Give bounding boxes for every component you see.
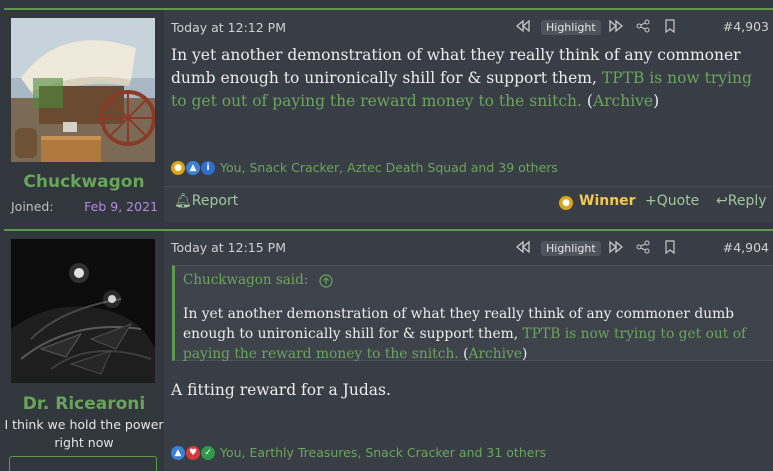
forward-icon[interactable]: [608, 19, 624, 33]
reply-button[interactable]: ↩Reply: [716, 193, 767, 209]
plus-icon: +: [645, 193, 657, 209]
check-icon: ✓: [201, 445, 215, 460]
post-body: In yet another demonstration of what the…: [171, 44, 763, 113]
heart-icon: ♥: [186, 445, 200, 460]
rewind-icon[interactable]: [515, 19, 531, 33]
highlight-button[interactable]: Highlight: [541, 20, 601, 35]
info-icon: i: [201, 160, 215, 175]
report-label: Report: [191, 193, 239, 209]
reply-label: Reply: [727, 193, 767, 209]
rewind-icon[interactable]: [515, 240, 531, 254]
paren-open: (: [581, 92, 593, 110]
reactions-bar[interactable]: ● ▲ i You, Snack Cracker, Aztec Death Sq…: [171, 160, 558, 175]
username[interactable]: Chuckwagon: [4, 172, 164, 192]
post-tools: Highlight #4,904: [509, 240, 769, 258]
post-number[interactable]: #4,904: [723, 240, 769, 255]
report-button[interactable]: 🔔︎Report: [174, 193, 238, 209]
quote-label: Quote: [656, 193, 700, 209]
winner-label: Winner: [579, 193, 636, 209]
winner-button[interactable]: ● Winner: [559, 193, 636, 210]
medal-icon: ●: [171, 160, 185, 175]
post-date[interactable]: Today at 12:12 PM: [171, 20, 286, 35]
post-main: Today at 12:12 PM Highlight #4,903 In ye…: [164, 10, 773, 222]
post-date[interactable]: Today at 12:15 PM: [171, 240, 286, 255]
paren-close: ): [653, 92, 660, 110]
forward-icon[interactable]: [608, 240, 624, 254]
user-banner: [9, 456, 157, 471]
user-title: I think we hold the power right now: [4, 417, 164, 450]
archive-link[interactable]: Archive: [593, 92, 653, 110]
paren-close: ): [522, 346, 528, 362]
post-tools: Highlight #4,903: [509, 19, 769, 37]
reactions-summary[interactable]: You, Snack Cracker, Aztec Death Squad an…: [220, 160, 558, 175]
user-sidebar: Dr. Ricearoni I think we hold the power …: [4, 231, 164, 471]
username[interactable]: Dr. Ricearoni: [4, 394, 164, 414]
post-number[interactable]: #4,903: [723, 19, 769, 34]
quote-archive-link[interactable]: Archive: [469, 346, 523, 362]
avatar[interactable]: [11, 239, 155, 383]
quote-attribution[interactable]: Chuckwagon said:: [183, 272, 333, 288]
avatar[interactable]: [11, 18, 155, 162]
arrow-up-circle-icon[interactable]: [319, 273, 333, 288]
quote-block: Chuckwagon said: In yet another demonstr…: [172, 265, 773, 364]
bookmark-icon[interactable]: [664, 19, 676, 33]
user-sidebar: Chuckwagon Joined: Feb 9, 2021: [4, 10, 164, 222]
joined-date: Feb 9, 2021: [84, 199, 158, 214]
post-body: A fitting reward for a Judas.: [171, 381, 391, 399]
divider: [164, 186, 773, 187]
quote-body: In yet another demonstration of what the…: [183, 304, 765, 364]
paren-open: (: [458, 346, 469, 362]
post-main: Today at 12:15 PM Highlight #4,904 Chuck…: [164, 231, 773, 470]
highlight-button[interactable]: Highlight: [541, 241, 601, 256]
post-4903: Chuckwagon Joined: Feb 9, 2021 Today at …: [4, 8, 773, 222]
reactions-summary[interactable]: You, Earthly Treasures, Snack Cracker an…: [220, 445, 546, 460]
bookmark-icon[interactable]: [664, 240, 676, 254]
thumbs-up-icon: ▲: [186, 160, 200, 175]
quote-button[interactable]: +Quote: [645, 193, 699, 209]
bell-icon: 🔔︎: [174, 193, 192, 209]
share-icon[interactable]: [636, 19, 650, 33]
reactions-bar[interactable]: ▲ ♥ ✓ You, Earthly Treasures, Snack Crac…: [171, 445, 546, 460]
reply-icon: ↩: [716, 193, 728, 209]
post-4904: Dr. Ricearoni I think we hold the power …: [4, 229, 773, 471]
share-icon[interactable]: [636, 240, 650, 254]
joined-label: Joined:: [11, 199, 54, 214]
quote-author: Chuckwagon said:: [183, 272, 309, 288]
thumbs-up-icon: ▲: [171, 445, 185, 460]
medal-icon: ●: [559, 196, 573, 210]
